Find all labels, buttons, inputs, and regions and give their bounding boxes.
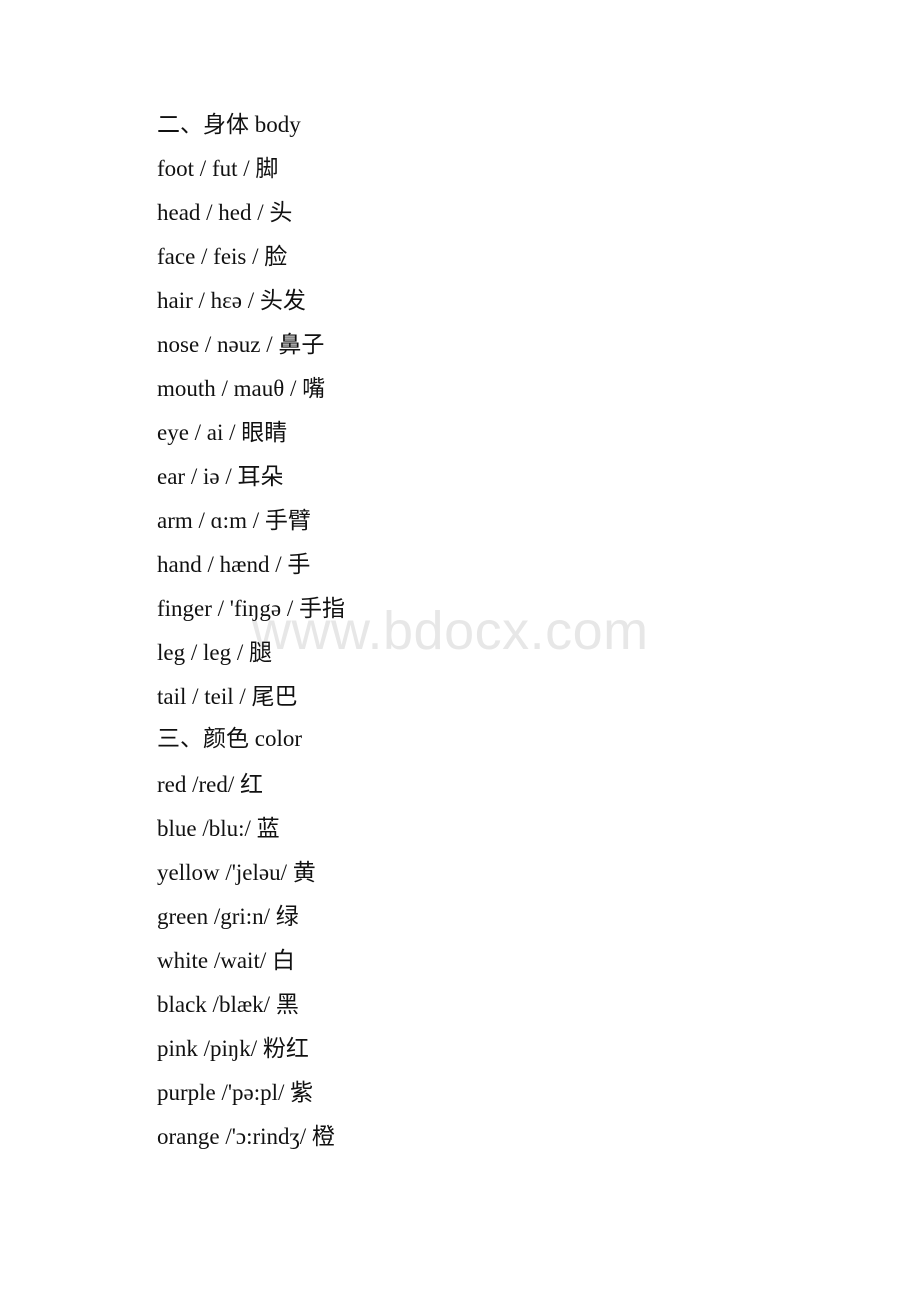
vocab-entry: finger / 'fiŋgə / 手指 (157, 596, 345, 621)
vocab-entry: nose / nəuz / 鼻子 (157, 332, 325, 357)
vocab-entry: ear / iə / 耳朵 (157, 464, 284, 489)
vocab-entry: purple /'pə:pl/ 紫 (157, 1080, 314, 1105)
vocab-entry: head / hed / 头 (157, 200, 293, 225)
vocab-entry: black /blæk/ 黑 (157, 992, 299, 1017)
vocab-entry: white /wait/ 白 (157, 948, 295, 973)
vocab-entry: leg / leg / 腿 (157, 640, 272, 665)
vocab-entry: hand / hænd / 手 (157, 552, 311, 577)
vocab-entry: blue /blu:/ 蓝 (157, 816, 280, 841)
vocab-entry: red /red/ 红 (157, 772, 264, 797)
document-content: 二、身体 body foot / fut / 脚 head / hed / 头 … (157, 103, 857, 1159)
vocab-entry: pink /piŋk/ 粉红 (157, 1036, 309, 1061)
vocab-entry: orange /'ɔ:rindʒ/ 橙 (157, 1124, 335, 1149)
document-page: www.bdocx.com 二、身体 body foot / fut / 脚 h… (0, 0, 920, 1302)
section-heading-body: 二、身体 body (157, 112, 301, 137)
vocab-entry: arm / ɑ:m / 手臂 (157, 508, 311, 533)
vocab-entry: yellow /'jeləu/ 黄 (157, 860, 316, 885)
vocab-entry: tail / teil / 尾巴 (157, 684, 298, 709)
vocab-entry: eye / ai / 眼睛 (157, 420, 288, 445)
vocab-entry: face / feis / 脸 (157, 244, 288, 269)
vocab-entry: mouth / mauθ / 嘴 (157, 376, 326, 401)
vocab-entry: hair / hɛə / 头发 (157, 288, 306, 313)
vocab-entry: foot / fut / 脚 (157, 156, 279, 181)
section-heading-color: 三、颜色 color (157, 726, 303, 751)
vocab-entry: green /gri:n/ 绿 (157, 904, 299, 929)
